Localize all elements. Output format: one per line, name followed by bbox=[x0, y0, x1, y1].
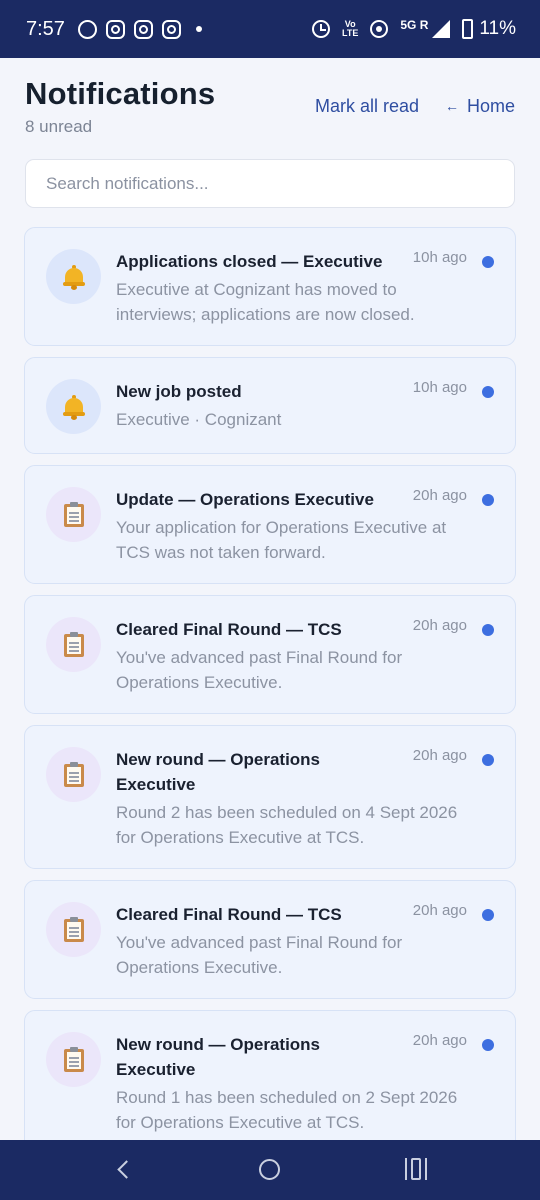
unread-indicator bbox=[482, 386, 494, 398]
alarm-icon bbox=[312, 20, 330, 38]
hotspot-icon bbox=[370, 20, 389, 38]
notification-avatar bbox=[46, 379, 101, 434]
notification-time: 20h ago bbox=[412, 902, 467, 919]
instagram-icon bbox=[133, 19, 153, 39]
unread-indicator bbox=[482, 624, 494, 636]
status-right: Vo LTE 5G R 11% bbox=[312, 18, 516, 40]
volte-bottom-label: LTE bbox=[342, 28, 359, 38]
unread-indicator bbox=[482, 754, 494, 766]
notification-time: 10h ago bbox=[412, 379, 467, 396]
notification-title: Cleared Final Round — TCS bbox=[116, 905, 342, 924]
network-label: 5G bbox=[400, 18, 417, 32]
clipboard-icon bbox=[63, 917, 84, 942]
more-notifications-dot-icon bbox=[195, 26, 202, 32]
unread-indicator bbox=[482, 494, 494, 506]
notification-time: 20h ago bbox=[412, 617, 467, 634]
notification-avatar bbox=[46, 487, 101, 542]
notification-title: New round — Operations Executive bbox=[116, 750, 321, 794]
notification-body: You've advanced past Final Round for Ope… bbox=[116, 933, 403, 977]
battery-icon bbox=[462, 19, 474, 39]
notification-card[interactable]: New round — Operations Executive 20h ago… bbox=[24, 1010, 516, 1140]
notification-body: Executive · Cognizant bbox=[116, 410, 282, 429]
whatsapp-icon bbox=[77, 19, 97, 39]
notification-avatar bbox=[46, 747, 101, 802]
notification-time: 20h ago bbox=[412, 1032, 467, 1049]
status-left: 7:57 bbox=[26, 18, 202, 41]
notification-list[interactable]: Applications closed — Executive 10h ago … bbox=[24, 227, 516, 1140]
home-circle-icon[interactable] bbox=[259, 1159, 280, 1180]
system-nav-bar bbox=[0, 1140, 540, 1200]
notification-avatar bbox=[46, 1032, 101, 1087]
notification-time: 20h ago bbox=[412, 487, 467, 504]
notification-avatar bbox=[46, 249, 101, 304]
notification-title: New round — Operations Executive bbox=[116, 1035, 321, 1079]
unread-indicator bbox=[482, 909, 494, 921]
network-type: 5G R bbox=[400, 18, 428, 32]
page-title: Notifications bbox=[25, 76, 216, 111]
network-sub-label: R bbox=[419, 18, 429, 32]
volte-icon: Vo LTE bbox=[342, 20, 358, 38]
notification-body: Round 2 has been scheduled on 4 Sept 202… bbox=[116, 803, 458, 847]
clipboard-icon bbox=[63, 632, 84, 657]
clipboard-icon bbox=[63, 502, 84, 527]
back-icon[interactable] bbox=[112, 1154, 136, 1184]
instagram-icon bbox=[105, 19, 125, 39]
arrow-left-icon: ← bbox=[444, 98, 459, 114]
notification-title: Cleared Final Round — TCS bbox=[116, 620, 342, 639]
notification-card[interactable]: Cleared Final Round — TCS 20h ago You've… bbox=[24, 880, 516, 999]
notification-title: Applications closed — Executive bbox=[116, 252, 383, 271]
notification-title: Update — Operations Executive bbox=[116, 490, 374, 509]
instagram-icon bbox=[161, 19, 181, 39]
unread-indicator bbox=[482, 1039, 494, 1051]
notification-body: Executive at Cognizant has moved to inte… bbox=[116, 280, 415, 324]
notification-avatar bbox=[46, 902, 101, 957]
notification-time: 20h ago bbox=[412, 747, 467, 764]
notification-body: Your application for Operations Executiv… bbox=[116, 518, 447, 562]
notification-body: You've advanced past Final Round for Ope… bbox=[116, 648, 403, 692]
notification-card[interactable]: New job posted 10h ago Executive · Cogni… bbox=[24, 357, 516, 454]
unread-count: 8 unread bbox=[25, 117, 93, 136]
home-link[interactable]: ← Home bbox=[445, 96, 515, 117]
notification-title: New job posted bbox=[116, 382, 242, 401]
clipboard-icon bbox=[63, 1047, 84, 1072]
clipboard-icon bbox=[63, 762, 84, 787]
page-header: Notifications 8 unread Mark all read ← Ho… bbox=[25, 76, 515, 142]
notification-card[interactable]: Cleared Final Round — TCS 20h ago You've… bbox=[24, 595, 516, 714]
battery-level: 11% bbox=[479, 18, 516, 39]
bell-icon bbox=[62, 264, 85, 290]
notification-card[interactable]: New round — Operations Executive 20h ago… bbox=[24, 725, 516, 869]
notification-card[interactable]: Applications closed — Executive 10h ago … bbox=[24, 227, 516, 346]
bell-icon bbox=[62, 394, 85, 420]
search-input[interactable] bbox=[26, 160, 514, 207]
notification-card[interactable]: Update — Operations Executive 20h ago Yo… bbox=[24, 465, 516, 584]
signal-icon bbox=[432, 20, 451, 38]
status-bar: 7:57 Vo LTE 5G R 11% bbox=[0, 0, 540, 58]
status-time: 7:57 bbox=[26, 17, 65, 40]
search-box bbox=[25, 159, 515, 208]
recents-icon[interactable] bbox=[405, 1158, 429, 1180]
notification-time: 10h ago bbox=[412, 249, 467, 266]
mark-all-read-button[interactable]: Mark all read bbox=[315, 96, 419, 117]
unread-indicator bbox=[482, 256, 494, 268]
notification-body: Round 1 has been scheduled on 2 Sept 202… bbox=[116, 1088, 458, 1132]
notification-avatar bbox=[46, 617, 101, 672]
home-label: Home bbox=[466, 96, 515, 116]
